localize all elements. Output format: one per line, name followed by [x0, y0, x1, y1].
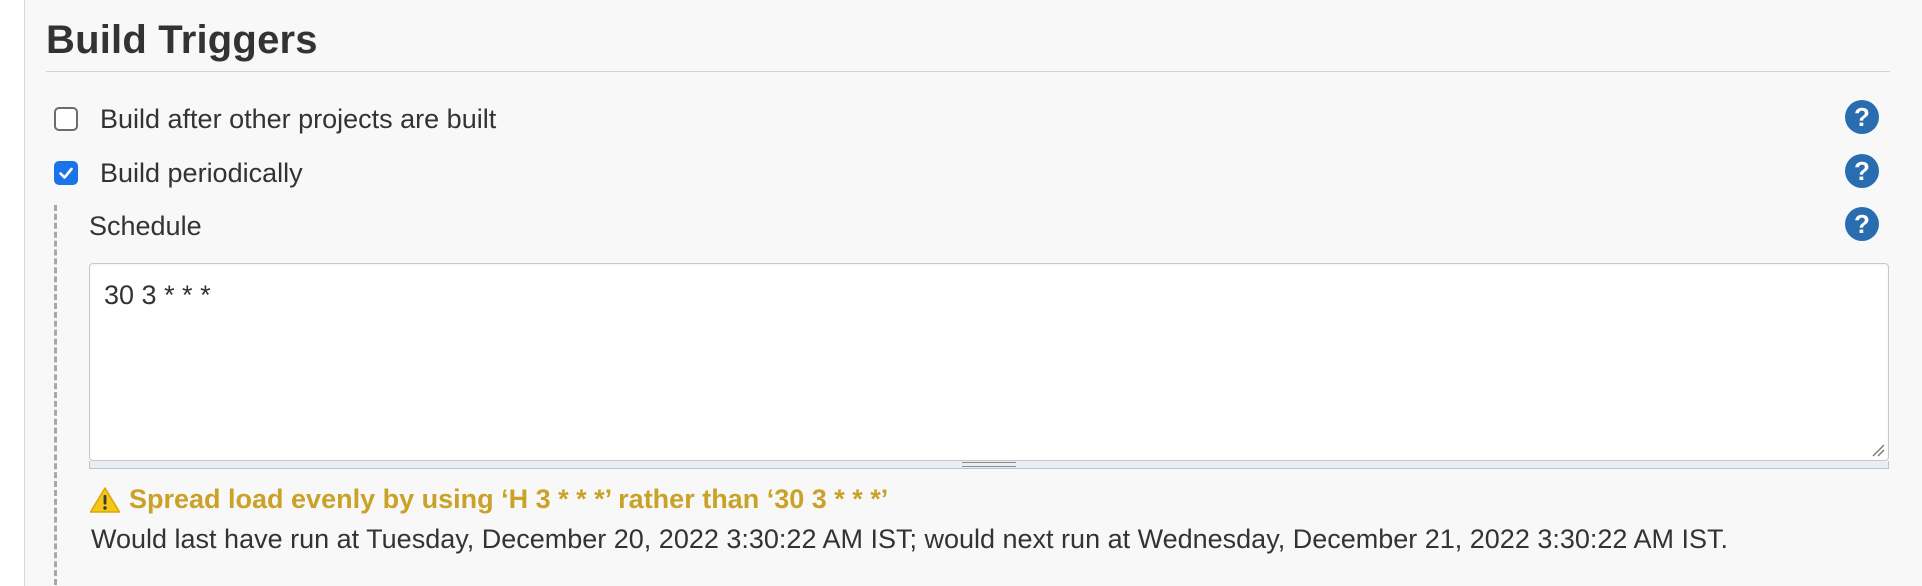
section-title: Build Triggers — [46, 18, 318, 62]
page: Build Triggers Build after other project… — [0, 0, 1922, 586]
resize-handle-icon[interactable] — [1871, 443, 1885, 457]
warning-triangle-icon — [89, 486, 121, 513]
warning-text: Spread load evenly by using ‘H 3 * * *’ … — [129, 484, 889, 514]
schedule-value[interactable]: 30 3 * * * — [104, 280, 211, 311]
question-circle-icon[interactable]: ? — [1845, 154, 1879, 188]
schedule-warning: Spread load evenly by using ‘H 3 * * *’ … — [89, 484, 888, 515]
section-divider — [46, 71, 1890, 72]
checkmark-icon — [59, 167, 73, 179]
build-after-other-projects-checkbox[interactable] — [54, 107, 78, 131]
build-periodically-label[interactable]: Build periodically — [100, 158, 303, 189]
schedule-info-text: Would last have run at Tuesday, December… — [91, 524, 1728, 554]
question-circle-icon[interactable]: ? — [1845, 207, 1879, 241]
build-after-other-projects-label[interactable]: Build after other projects are built — [100, 104, 496, 135]
trigger-build-periodically[interactable]: Build periodically — [46, 153, 303, 193]
schedule-textarea[interactable]: 30 3 * * * — [89, 263, 1889, 461]
resize-grip-icon[interactable] — [962, 462, 1016, 467]
schedule-label: Schedule — [89, 211, 202, 241]
question-circle-icon[interactable]: ? — [1845, 100, 1879, 134]
textarea-resize-bar[interactable] — [89, 461, 1889, 469]
trigger-build-after-other-projects[interactable]: Build after other projects are built — [46, 99, 496, 139]
build-periodically-checkbox[interactable] — [54, 161, 78, 185]
nested-section-border — [54, 205, 57, 585]
